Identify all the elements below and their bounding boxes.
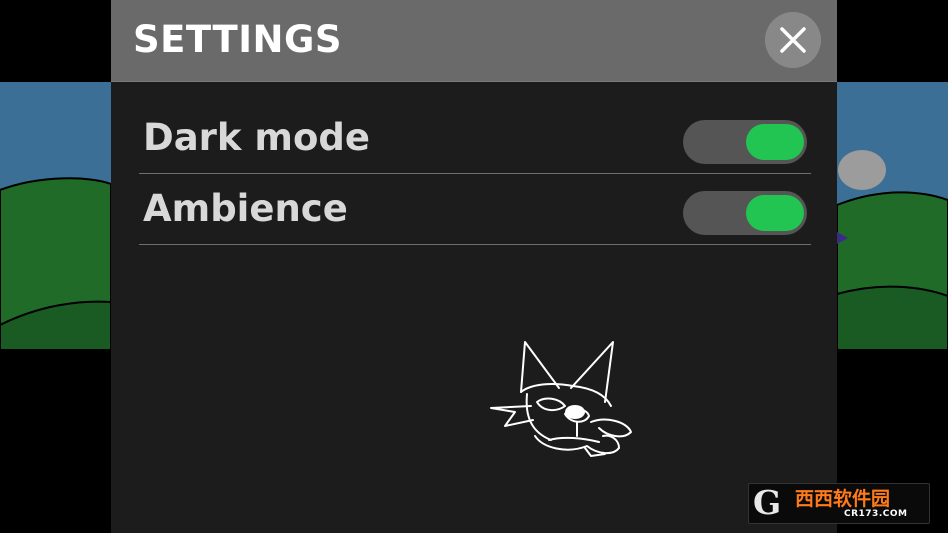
cat-doodle-icon [490,341,632,457]
dark-mode-toggle-knob [746,124,804,160]
watermark-logo: G 西西软件园 CR173.COM [748,483,930,524]
close-icon [780,27,806,53]
watermark-name: 西西软件园 [795,488,891,510]
close-button[interactable] [765,12,821,68]
settings-dialog: SETTINGS Dark mode Ambience [111,0,837,533]
settings-title: SETTINGS [133,18,342,61]
watermark-glyph: G [753,483,782,522]
dark-mode-toggle[interactable] [683,120,807,164]
ambience-label: Ambience [143,187,348,230]
ambience-toggle-knob [746,195,804,231]
watermark-url: CR173.COM [844,509,908,519]
dark-mode-label: Dark mode [143,116,370,159]
settings-header: SETTINGS [111,0,837,82]
setting-row-ambience: Ambience [139,174,811,245]
setting-row-dark-mode: Dark mode [139,103,811,174]
ambience-toggle[interactable] [683,191,807,235]
